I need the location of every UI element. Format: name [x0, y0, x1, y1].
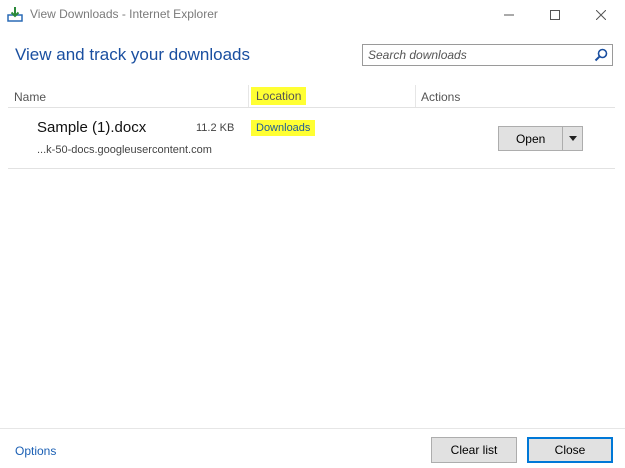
minimize-button[interactable] — [486, 0, 532, 30]
page-title: View and track your downloads — [15, 45, 250, 64]
open-split-button[interactable]: Open — [498, 126, 583, 151]
column-divider — [248, 85, 249, 107]
chevron-down-icon — [568, 136, 577, 141]
clear-list-button[interactable]: Clear list — [431, 437, 517, 463]
header-divider — [8, 107, 615, 108]
title-bar: View Downloads - Internet Explorer — [0, 0, 625, 30]
file-source: ...k-50-docs.googleusercontent.com — [37, 144, 212, 156]
column-header-actions: Actions — [421, 90, 461, 104]
search-icon[interactable] — [594, 48, 608, 62]
open-dropdown-button[interactable] — [563, 127, 582, 150]
footer-divider — [0, 428, 625, 429]
file-size: 11.2 KB — [196, 122, 235, 134]
open-button[interactable]: Open — [499, 127, 564, 150]
file-name: Sample (1).docx — [37, 119, 147, 136]
window-title: View Downloads - Internet Explorer — [30, 7, 218, 21]
close-button[interactable]: Close — [527, 437, 613, 463]
options-link[interactable]: Options — [15, 444, 56, 458]
close-window-button[interactable] — [578, 0, 624, 30]
column-header-location[interactable]: Location — [251, 87, 307, 105]
column-divider — [415, 85, 416, 107]
row-divider — [8, 168, 615, 169]
download-app-icon — [7, 6, 23, 22]
column-header-name[interactable]: Name — [14, 90, 46, 104]
file-location-link[interactable]: Downloads — [251, 120, 316, 136]
maximize-button[interactable] — [532, 0, 578, 30]
search-input[interactable] — [363, 45, 589, 65]
search-box[interactable] — [362, 44, 613, 66]
